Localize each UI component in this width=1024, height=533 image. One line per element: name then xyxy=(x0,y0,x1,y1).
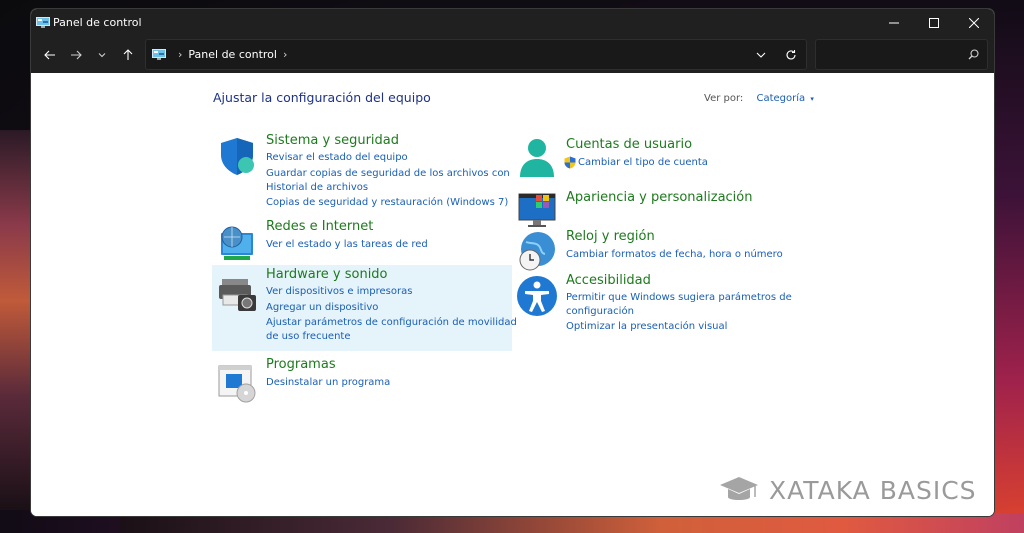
address-history-button[interactable] xyxy=(746,40,776,69)
category-link[interactable]: Optimizar la presentación visual xyxy=(566,320,727,334)
watermark: XATAKA BASICS xyxy=(719,475,977,505)
breadcrumb-control-panel[interactable]: Panel de control xyxy=(188,48,277,61)
maximize-button[interactable] xyxy=(914,9,954,36)
view-by-control: Ver por: Categoría ▾ xyxy=(704,93,814,104)
search-box[interactable] xyxy=(815,39,988,70)
minimize-button[interactable] xyxy=(874,9,914,36)
desktop-wallpaper-left xyxy=(0,130,32,510)
monitor-palette-icon xyxy=(518,193,556,227)
window-title: Panel de control xyxy=(53,16,142,29)
category-link[interactable]: Desinstalar un programa xyxy=(266,376,390,390)
chevron-right-icon[interactable]: › xyxy=(283,48,287,61)
category-title[interactable]: Cuentas de usuario xyxy=(566,137,692,152)
category-appearance: Apariencia y personalización xyxy=(512,185,812,227)
category-accessibility: Accesibilidad Permitir que Windows sugie… xyxy=(512,271,812,345)
refresh-icon xyxy=(786,49,796,59)
category-link[interactable]: Historial de archivos xyxy=(266,181,368,195)
arrow-right-icon xyxy=(71,50,82,59)
desktop-wallpaper-bottom xyxy=(120,513,1024,533)
category-link[interactable]: Cambiar formatos de fecha, hora o número xyxy=(566,248,783,262)
back-button[interactable] xyxy=(37,40,63,70)
category-title[interactable]: Programas xyxy=(266,357,336,372)
chevron-down-icon xyxy=(98,52,106,57)
category-link[interactable]: Ver el estado y las tareas de red xyxy=(266,238,428,252)
content-area: Ajustar la configuración del equipo Ver … xyxy=(31,73,994,516)
chevron-down-icon xyxy=(756,52,766,58)
navigation-bar: › Panel de control › xyxy=(31,36,994,73)
arrow-left-icon xyxy=(44,50,55,59)
view-by-dropdown[interactable]: Categoría xyxy=(756,93,805,104)
page-title: Ajustar la configuración del equipo xyxy=(213,90,431,105)
view-by-label: Ver por: xyxy=(704,93,744,104)
control-panel-icon xyxy=(36,17,50,28)
close-button[interactable] xyxy=(954,9,994,36)
category-link[interactable]: Permitir que Windows sugiera parámetros … xyxy=(566,291,792,305)
search-input[interactable] xyxy=(816,48,968,61)
up-button[interactable] xyxy=(115,40,141,70)
printer-camera-icon xyxy=(219,279,256,311)
category-link[interactable]: Guardar copias de seguridad de los archi… xyxy=(266,167,510,181)
category-title[interactable]: Sistema y seguridad xyxy=(266,133,399,148)
category-link[interactable]: Copias de seguridad y restauración (Wind… xyxy=(266,196,508,210)
category-network-internet: Redes e Internet Ver el estado y las tar… xyxy=(212,219,512,261)
dropdown-caret-icon[interactable]: ▾ xyxy=(810,95,814,103)
category-user-accounts: Cuentas de usuario Cambiar el tipo de cu… xyxy=(512,133,812,179)
network-globe-icon xyxy=(221,226,253,260)
category-system-security: Sistema y seguridad Revisar el estado de… xyxy=(212,131,512,213)
uac-shield-icon xyxy=(564,156,576,169)
category-link[interactable]: Agregar un dispositivo xyxy=(266,301,378,315)
close-icon xyxy=(969,17,979,28)
category-link[interactable]: Revisar el estado del equipo xyxy=(266,151,408,165)
accessibility-icon xyxy=(517,276,557,316)
chevron-right-icon: › xyxy=(178,48,183,61)
category-programs: Programas Desinstalar un programa xyxy=(212,355,512,403)
forward-button[interactable] xyxy=(63,40,89,70)
search-icon xyxy=(968,49,979,60)
category-clock-region: Reloj y región Cambiar formatos de fecha… xyxy=(512,226,812,271)
minimize-icon xyxy=(889,22,899,23)
arrow-up-icon xyxy=(123,48,133,60)
category-title[interactable]: Redes e Internet xyxy=(266,219,373,234)
category-link[interactable]: Ver dispositivos e impresoras xyxy=(266,285,412,299)
shield-icon xyxy=(221,138,254,175)
category-link[interactable]: configuración xyxy=(566,305,634,319)
category-title[interactable]: Reloj y región xyxy=(566,229,655,244)
globe-clock-icon xyxy=(519,232,555,271)
category-hardware-sound[interactable]: Hardware y sonido Ver dispositivos e imp… xyxy=(212,265,517,351)
maximize-icon xyxy=(929,17,939,28)
category-title[interactable]: Hardware y sonido xyxy=(266,267,388,282)
category-title[interactable]: Accesibilidad xyxy=(566,273,651,288)
title-bar[interactable]: Panel de control xyxy=(31,9,994,36)
watermark-text: XATAKA BASICS xyxy=(769,475,977,505)
category-link[interactable]: Cambiar el tipo de cuenta xyxy=(578,156,708,170)
refresh-button[interactable] xyxy=(776,40,806,69)
graduation-cap-icon xyxy=(720,477,758,500)
category-link[interactable]: Ajustar parámetros de configuración de m… xyxy=(266,316,517,330)
category-link[interactable]: de uso frecuente xyxy=(266,330,351,344)
recent-locations-button[interactable] xyxy=(89,40,115,70)
user-icon xyxy=(520,139,554,177)
address-bar[interactable]: › Panel de control › xyxy=(145,39,807,70)
programs-disc-icon xyxy=(218,365,256,403)
category-title[interactable]: Apariencia y personalización xyxy=(566,190,752,205)
control-panel-icon xyxy=(152,49,166,60)
control-panel-window: Panel de control › Panel de control › Aj… xyxy=(31,9,994,516)
